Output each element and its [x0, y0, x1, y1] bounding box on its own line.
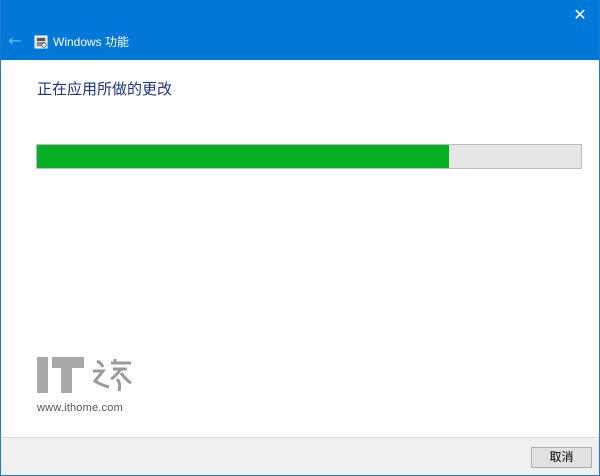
windows-features-dialog: ✕ ← Windows 功能 正在应用所做的更改 www.ithome.com …	[0, 0, 600, 476]
status-heading: 正在应用所做的更改	[37, 80, 173, 98]
close-button[interactable]: ✕	[567, 2, 593, 28]
progress-bar-fill	[37, 145, 450, 168]
back-button[interactable]: ←	[5, 31, 25, 51]
footer-bar: 取消	[1, 437, 599, 475]
progress-bar	[36, 144, 582, 169]
watermark-url: www.ithome.com	[37, 402, 123, 414]
close-icon: ✕	[573, 5, 587, 24]
back-arrow-icon: ←	[8, 31, 22, 50]
window-title: Windows 功能	[53, 35, 130, 49]
cancel-button[interactable]: 取消	[531, 447, 592, 468]
title-bar[interactable]: ✕ ← Windows 功能	[1, 0, 599, 60]
windows-features-icon	[34, 35, 48, 49]
